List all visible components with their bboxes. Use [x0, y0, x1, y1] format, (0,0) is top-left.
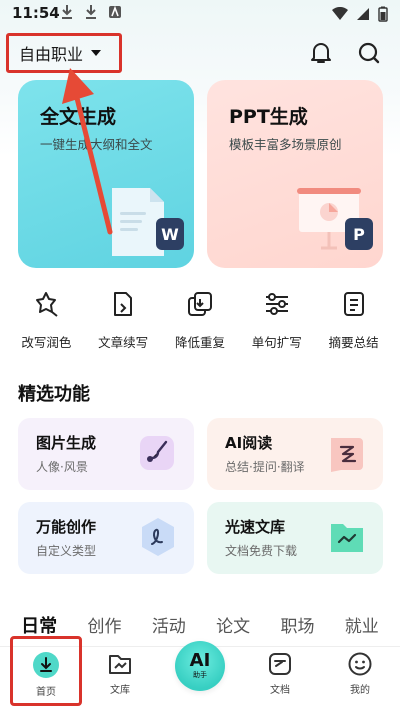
feature-title: 图片生成	[36, 434, 97, 452]
nav-ai-assistant[interactable]: AI 助手	[175, 641, 225, 691]
tool-label: 单句扩写	[251, 335, 302, 350]
tool-label: 文章续写	[98, 335, 149, 350]
tool-label: 改写润色	[21, 335, 72, 350]
feature-title: 万能创作	[36, 518, 97, 536]
bell-icon[interactable]	[308, 40, 334, 66]
nav-label: 文库	[110, 685, 130, 696]
ppt-generation-card[interactable]: PPT生成 模板丰富多场景原创 P	[207, 80, 383, 268]
caret-down-icon	[91, 50, 102, 56]
feature-light-speed-library[interactable]: 光速文库 文档免费下载	[207, 502, 383, 574]
tool-label: 摘要总结	[328, 335, 379, 350]
tab-creation[interactable]: 创作	[87, 612, 121, 642]
continue-icon	[114, 292, 133, 316]
app-notification-icon	[109, 5, 121, 18]
feature-subtitle: 文档免费下载	[225, 544, 298, 558]
expand-icon	[265, 293, 288, 315]
feature-title: 光速文库	[225, 518, 286, 536]
library-nav-icon	[109, 655, 131, 674]
summary-icon	[343, 292, 364, 316]
tool-summary[interactable]: 摘要总结	[318, 290, 390, 351]
annotation-arrow	[62, 68, 113, 235]
battery-icon	[378, 6, 388, 22]
nav-profile[interactable]: 我的	[328, 651, 392, 696]
tools-row: 改写润色 文章续写 降低重复 单句扩写 摘要总结	[0, 290, 400, 351]
dedupe-icon	[187, 292, 212, 316]
search-icon[interactable]	[356, 40, 382, 66]
ppt-badge-letter: P	[353, 225, 365, 244]
download-icon	[86, 5, 96, 19]
feature-subtitle: 总结·提问·翻译	[225, 460, 305, 474]
status-time: 11:54	[12, 4, 60, 22]
image-gen-icon	[140, 436, 174, 470]
tab-events[interactable]: 活动	[152, 612, 186, 642]
card-title: PPT生成	[229, 106, 308, 128]
library-icon	[331, 524, 363, 552]
home-highlight-box	[10, 636, 82, 706]
status-bar: 11:54	[0, 0, 400, 28]
ai-button-label: 助手	[193, 671, 207, 679]
feature-title: AI阅读	[225, 434, 273, 452]
ai-read-icon	[331, 438, 363, 472]
feature-subtitle: 自定义类型	[36, 544, 97, 558]
feature-image-generation[interactable]: 图片生成 人像·风景	[18, 418, 194, 490]
feature-subtitle: 人像·风景	[36, 460, 88, 474]
nav-documents[interactable]: 文档	[248, 651, 312, 696]
featured-section-title: 精选功能	[18, 384, 90, 405]
tab-employment[interactable]: 就业	[345, 612, 379, 642]
tab-workplace[interactable]: 职场	[280, 612, 314, 642]
signal-icon	[357, 8, 369, 20]
ppt-presentation-icon: P	[297, 188, 373, 250]
tool-continue[interactable]: 文章续写	[87, 290, 159, 351]
tool-label: 降低重复	[174, 335, 225, 350]
word-badge-letter: W	[161, 225, 179, 244]
download-icon	[62, 5, 72, 19]
tool-rewrite[interactable]: 改写润色	[10, 290, 82, 351]
rewrite-icon	[36, 292, 59, 317]
nav-label: 我的	[350, 685, 370, 696]
tool-expand[interactable]: 单句扩写	[241, 290, 313, 351]
document-nav-icon	[269, 653, 291, 675]
feature-ai-reading[interactable]: AI阅读 总结·提问·翻译	[207, 418, 383, 490]
profile-icon	[348, 652, 372, 676]
nav-label: 文档	[270, 685, 290, 696]
tab-papers[interactable]: 论文	[216, 612, 250, 642]
feature-universal-creation[interactable]: 万能创作 自定义类型	[18, 502, 194, 574]
nav-library[interactable]: 文库	[88, 651, 152, 696]
wifi-icon	[332, 7, 348, 20]
ai-button-text: AI	[189, 650, 211, 671]
create-icon	[142, 518, 174, 556]
job-selector-label: 自由职业	[19, 45, 84, 64]
tool-dedupe[interactable]: 降低重复	[164, 290, 236, 351]
card-subtitle: 模板丰富多场景原创	[229, 137, 342, 152]
